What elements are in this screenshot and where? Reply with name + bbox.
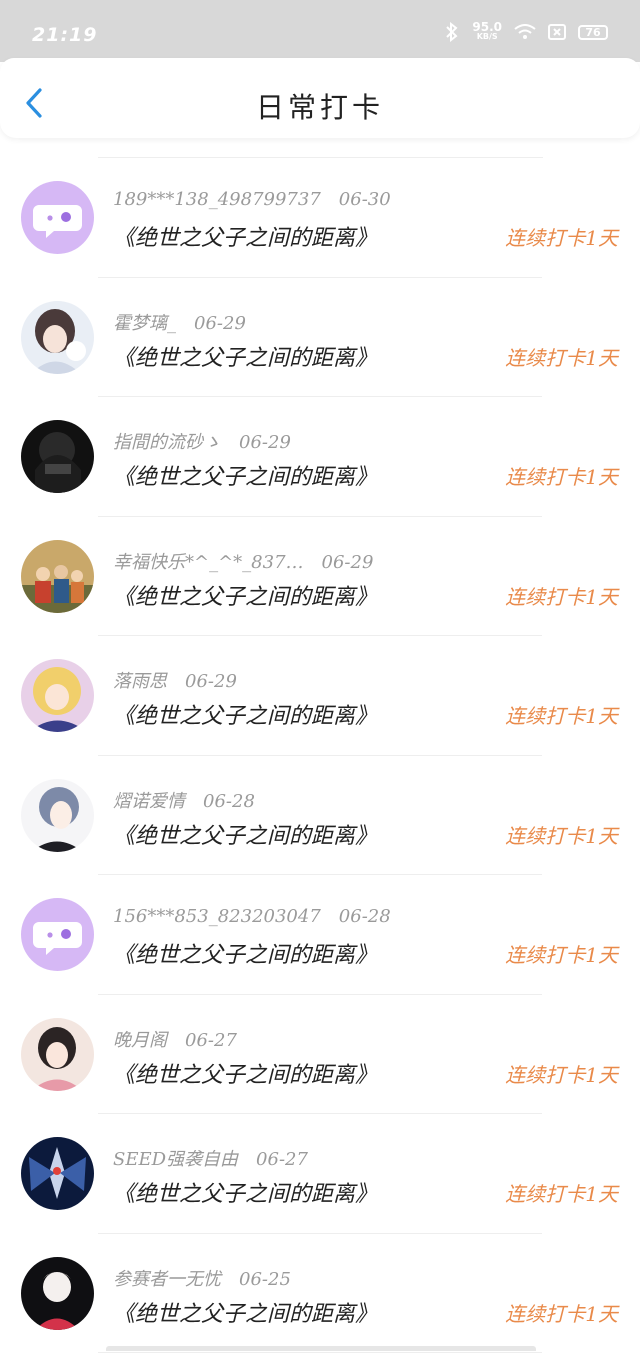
row-meta: 霍梦璃_ 06-29 (113, 309, 246, 335)
battery-icon: 76 (578, 25, 608, 40)
user-name[interactable]: 霍梦璃_ (113, 313, 176, 334)
avatar[interactable] (21, 1018, 94, 1091)
avatar[interactable] (21, 779, 94, 852)
book-title[interactable]: 《绝世之父子之间的距离》 (113, 579, 377, 611)
user-name[interactable]: 指間的流砂ゝ (113, 432, 221, 453)
streak-label: 连续打卡1天 (505, 820, 618, 849)
book-title[interactable]: 《绝世之父子之间的距离》 (113, 818, 377, 850)
checkin-row[interactable]: 指間的流砂ゝ 06-29 《绝世之父子之间的距离》 连续打卡1天 (0, 397, 640, 517)
user-name[interactable]: SEED强袭自由 (113, 1149, 238, 1170)
checkin-date: 06-28 (339, 906, 391, 927)
user-name[interactable]: 156***853_823203047 (113, 906, 321, 927)
checkin-list: 189***138_49879973706-30《绝世之父子之间的距离》连续打卡… (0, 158, 640, 1353)
streak-label: 连续打卡1天 (505, 461, 618, 490)
avatar[interactable] (21, 1137, 94, 1210)
row-meta: SEED强袭自由 06-27 (113, 1145, 308, 1171)
book-title[interactable]: 《绝世之父子之间的距离》 (113, 220, 377, 252)
checkin-date: 06-29 (194, 313, 246, 334)
user-name[interactable]: 189***138_498799737 (113, 189, 321, 210)
book-title[interactable]: 《绝世之父子之间的距离》 (113, 937, 377, 969)
checkin-date: 06-27 (185, 1030, 237, 1051)
page-title: 日常打卡 (0, 86, 640, 126)
row-meta: 熠诺爱情 06-28 (113, 787, 255, 813)
status-icons: 95.0 KB/S 76 (444, 22, 608, 42)
row-meta: 参赛者一无忧 06-25 (113, 1265, 291, 1291)
row-meta: 156***853_823203047 06-28 (113, 906, 391, 927)
network-speed: 95.0 KB/S (472, 22, 502, 42)
user-name[interactable]: 熠诺爱情 (113, 791, 185, 812)
avatar[interactable] (21, 898, 94, 971)
streak-label: 连续打卡1天 (505, 581, 618, 610)
book-title[interactable]: 《绝世之父子之间的距离》 (113, 459, 377, 491)
streak-label: 连续打卡1天 (505, 1059, 618, 1088)
streak-label: 连续打卡1天 (505, 342, 618, 371)
checkin-date: 06-27 (256, 1149, 308, 1170)
book-title[interactable]: 《绝世之父子之间的距离》 (113, 1296, 377, 1328)
checkin-row[interactable]: 156***853_823203047 06-28 《绝世之父子之间的距离》 连续打卡… (0, 875, 640, 995)
checkin-date: 06-29 (239, 432, 291, 453)
streak-label: 连续打卡1天 (505, 1298, 618, 1327)
row-meta: 指間的流砂ゝ 06-29 (113, 428, 291, 454)
streak-label: 连续打卡1天 (505, 222, 618, 251)
row-meta: 晚月阁 06-27 (113, 1026, 237, 1052)
speed-unit: KB/S (477, 32, 498, 42)
user-name[interactable]: 晚月阁 (113, 1030, 167, 1051)
status-time: 21:19 (32, 24, 97, 46)
checkin-date: 06-25 (239, 1269, 291, 1290)
checkin-row[interactable]: 霍梦璃_ 06-29 《绝世之父子之间的距离》 连续打卡1天 (0, 278, 640, 398)
sim-icon (548, 24, 566, 40)
checkin-row[interactable]: 幸福快乐*^_^*_837… 06-29 《绝世之父子之间的距离》 连续打卡1天 (0, 517, 640, 637)
user-name[interactable]: 幸福快乐*^_^*_837… (113, 552, 304, 573)
book-title[interactable]: 《绝世之父子之间的距离》 (113, 1057, 377, 1089)
checkin-date: 06-28 (203, 791, 255, 812)
avatar[interactable] (21, 420, 94, 493)
checkin-date: 06-29 (185, 671, 237, 692)
checkin-row[interactable]: 熠诺爱情 06-28 《绝世之父子之间的距离》 连续打卡1天 (0, 756, 640, 876)
scroll-indicator (106, 1346, 536, 1351)
book-title[interactable]: 《绝世之父子之间的距离》 (113, 698, 377, 730)
row-meta: 落雨思 06-29 (113, 667, 237, 693)
book-title[interactable]: 《绝世之父子之间的距离》 (113, 1176, 377, 1208)
checkin-row[interactable]: 参赛者一无忧 06-25 《绝世之父子之间的距离》 连续打卡1天 (0, 1234, 640, 1353)
checkin-row[interactable]: 落雨思 06-29 《绝世之父子之间的距离》 连续打卡1天 (0, 636, 640, 756)
wifi-icon (514, 24, 536, 40)
row-meta: 幸福快乐*^_^*_837… 06-29 (113, 548, 373, 574)
checkin-date: 06-29 (322, 552, 374, 573)
header: 日常打卡 (0, 58, 640, 138)
streak-label: 连续打卡1天 (505, 700, 618, 729)
streak-label: 连续打卡1天 (505, 939, 618, 968)
streak-label: 连续打卡1天 (505, 1178, 618, 1207)
avatar[interactable] (21, 181, 94, 254)
checkin-row[interactable]: 晚月阁 06-27 《绝世之父子之间的距离》 连续打卡1天 (0, 995, 640, 1115)
avatar[interactable] (21, 301, 94, 374)
checkin-row[interactable]: SEED强袭自由 06-27 《绝世之父子之间的距离》 连续打卡1天 (0, 1114, 640, 1234)
avatar[interactable] (21, 540, 94, 613)
book-title[interactable]: 《绝世之父子之间的距离》 (113, 340, 377, 372)
avatar[interactable] (21, 1257, 94, 1330)
row-meta: 189***138_498799737 06-30 (113, 189, 391, 210)
user-name[interactable]: 参赛者一无忧 (113, 1269, 221, 1290)
status-bar: 21:19 95.0 KB/S 76 (0, 0, 640, 62)
user-name[interactable]: 落雨思 (113, 671, 167, 692)
speed-value: 95.0 (472, 22, 502, 32)
checkin-row[interactable]: 189***138_498799737 06-30 《绝世之父子之间的距离》 连续打卡… (0, 158, 640, 278)
avatar[interactable] (21, 659, 94, 732)
checkin-date: 06-30 (339, 189, 391, 210)
bluetooth-icon (444, 22, 460, 42)
